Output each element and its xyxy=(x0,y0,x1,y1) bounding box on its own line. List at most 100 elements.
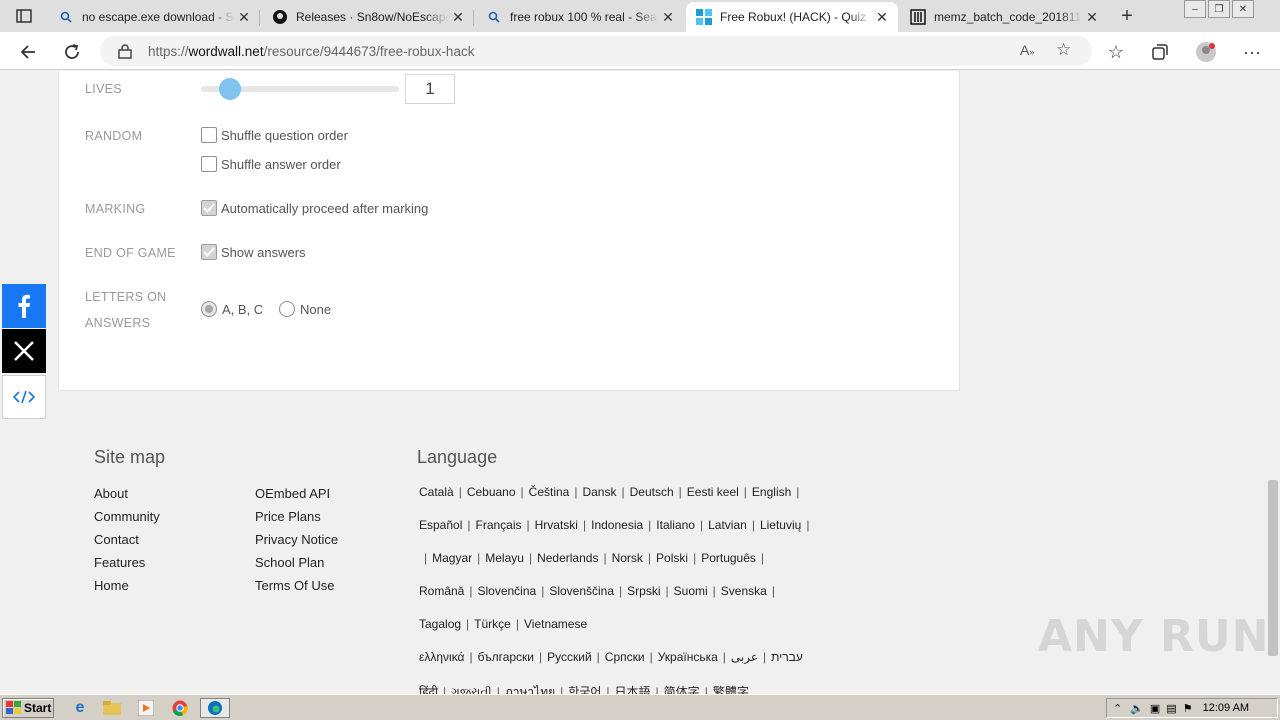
sitemap-link-home[interactable]: Home xyxy=(94,578,129,593)
checkbox-unchecked[interactable] xyxy=(201,156,217,172)
language-link[interactable]: Türkçe xyxy=(474,617,511,631)
lock-icon[interactable] xyxy=(118,44,132,59)
new-tab-button[interactable]: + xyxy=(1116,5,1138,27)
lives-slider-thumb[interactable] xyxy=(219,78,241,100)
language-link[interactable]: Vietnamese xyxy=(524,617,587,631)
security-icon[interactable]: ▤ xyxy=(1166,702,1176,715)
tab-1[interactable]: no escape.exe download - Search ✕ xyxy=(48,2,260,32)
start-button[interactable]: Start xyxy=(2,698,54,718)
letters-abc-radio[interactable]: A, B, C xyxy=(201,301,263,317)
sitemap-link-privacy[interactable]: Privacy Notice xyxy=(255,532,338,547)
chrome-taskbar-icon[interactable] xyxy=(168,698,192,718)
close-icon[interactable]: ✕ xyxy=(1082,7,1102,27)
sitemap-link-oembed[interactable]: OEmbed API xyxy=(255,486,330,501)
language-link[interactable]: ภาษาไทย xyxy=(505,685,555,694)
window-close-button[interactable]: ✕ xyxy=(1232,0,1254,18)
language-link[interactable]: Français xyxy=(476,518,522,532)
language-link[interactable]: Dansk xyxy=(582,485,616,499)
collections-button[interactable] xyxy=(1148,40,1172,64)
favorites-button[interactable]: ☆ xyxy=(1104,40,1128,64)
language-link[interactable]: Nederlands xyxy=(537,551,598,565)
language-link[interactable]: Polski xyxy=(656,551,688,565)
read-aloud-icon[interactable]: A» xyxy=(1020,42,1034,58)
language-link[interactable]: 繁體字 xyxy=(713,685,749,694)
explorer-taskbar-icon[interactable] xyxy=(100,698,124,718)
flag-icon[interactable]: ⚑ xyxy=(1183,702,1193,715)
show-answers-checkbox[interactable]: Show answers xyxy=(201,244,306,260)
radio-selected[interactable] xyxy=(201,301,217,317)
language-link[interactable]: हिंदी xyxy=(419,685,438,694)
ie-taskbar-icon[interactable]: e xyxy=(68,698,92,718)
language-link[interactable]: Tagalog xyxy=(419,617,461,631)
volume-icon[interactable]: 🔈 xyxy=(1130,702,1144,715)
language-link[interactable]: ગુજરાતી xyxy=(451,685,492,694)
language-link[interactable]: Magyar xyxy=(432,551,472,565)
back-button[interactable] xyxy=(16,40,40,64)
language-link[interactable]: Slovenščina xyxy=(549,584,614,598)
add-favorite-icon[interactable]: ☆ xyxy=(1056,40,1071,60)
close-icon[interactable]: ✕ xyxy=(448,7,468,27)
language-link[interactable]: Hrvatski xyxy=(535,518,578,532)
profile-button[interactable] xyxy=(1194,40,1218,64)
language-link[interactable]: 日本語 xyxy=(615,685,651,694)
language-link[interactable]: Čeština xyxy=(529,485,570,499)
tray-expand-icon[interactable]: ⌃ xyxy=(1113,702,1122,715)
x-share-button[interactable] xyxy=(2,329,46,373)
checkbox-checked[interactable] xyxy=(201,200,217,216)
language-link[interactable]: Português xyxy=(701,551,756,565)
language-link[interactable]: Русский xyxy=(547,650,592,664)
sitemap-link-community[interactable]: Community xyxy=(94,509,160,524)
sitemap-link-terms[interactable]: Terms Of Use xyxy=(255,578,334,593)
checkbox-checked[interactable] xyxy=(201,244,217,260)
language-link[interactable]: 简体字 xyxy=(664,685,700,694)
language-link[interactable]: Deutsch xyxy=(630,485,674,499)
language-link[interactable]: Español xyxy=(419,518,462,532)
language-link[interactable]: Srpski xyxy=(627,584,660,598)
radio-unselected[interactable] xyxy=(279,301,295,317)
letters-none-radio[interactable]: None xyxy=(279,301,331,317)
shuffle-questions-checkbox[interactable]: Shuffle question order xyxy=(201,127,348,143)
language-link[interactable]: 한국어 xyxy=(568,685,601,694)
language-link[interactable]: Melayu xyxy=(485,551,524,565)
edge-taskbar-icon[interactable] xyxy=(200,698,230,718)
shuffle-answers-checkbox[interactable]: Shuffle answer order xyxy=(201,156,341,172)
language-link[interactable]: Indonesia xyxy=(591,518,643,532)
language-link[interactable]: Slovenčina xyxy=(477,584,536,598)
maximize-button[interactable]: ❐ xyxy=(1208,0,1230,18)
language-link[interactable]: Italiano xyxy=(656,518,695,532)
settings-more-button[interactable]: ··· xyxy=(1240,40,1264,64)
language-link[interactable]: Svenska xyxy=(721,584,767,598)
tab-2[interactable]: Releases · Sn8ow/NoEscape ✕ xyxy=(262,2,474,32)
checkbox-unchecked[interactable] xyxy=(201,127,217,143)
language-link[interactable]: Српски xyxy=(605,650,645,664)
sitemap-link-price-plans[interactable]: Price Plans xyxy=(255,509,321,524)
language-link[interactable]: Українська xyxy=(658,650,718,664)
facebook-share-button[interactable] xyxy=(2,284,46,328)
url-text[interactable]: https://wordwall.net/resource/9444673/fr… xyxy=(148,44,474,59)
language-link[interactable]: Norsk xyxy=(612,551,643,565)
language-link[interactable]: Eesti keel xyxy=(687,485,739,499)
close-icon[interactable]: ✕ xyxy=(234,7,254,27)
media-player-taskbar-icon[interactable] xyxy=(134,698,158,718)
sitemap-link-about[interactable]: About xyxy=(94,486,128,501)
sitemap-link-features[interactable]: Features xyxy=(94,555,145,570)
language-link[interactable]: Cebuano xyxy=(467,485,516,499)
language-link[interactable]: Suomi xyxy=(674,584,708,598)
sitemap-link-contact[interactable]: Contact xyxy=(94,532,139,547)
network-icon[interactable]: ▣ xyxy=(1150,702,1160,715)
language-link[interactable]: عربى xyxy=(731,650,758,664)
address-bar[interactable]: https://wordwall.net/resource/9444673/fr… xyxy=(100,36,1092,66)
tab-actions-button[interactable] xyxy=(10,6,38,26)
language-link[interactable]: English xyxy=(752,485,791,499)
language-link[interactable]: Română xyxy=(419,584,464,598)
tab-5[interactable]: memz_batch_code_201811 ✕ xyxy=(900,2,1108,32)
refresh-button[interactable] xyxy=(60,40,84,64)
minimize-button[interactable]: – xyxy=(1184,0,1206,18)
language-link[interactable]: Lietuvių xyxy=(760,518,801,532)
language-link[interactable]: Latvian xyxy=(708,518,747,532)
close-icon[interactable]: ✕ xyxy=(872,7,892,27)
scrollbar-thumb[interactable] xyxy=(1268,480,1278,656)
language-link[interactable]: български xyxy=(478,650,534,664)
language-link[interactable]: ελληνικά xyxy=(419,650,464,664)
embed-share-button[interactable] xyxy=(2,375,46,419)
